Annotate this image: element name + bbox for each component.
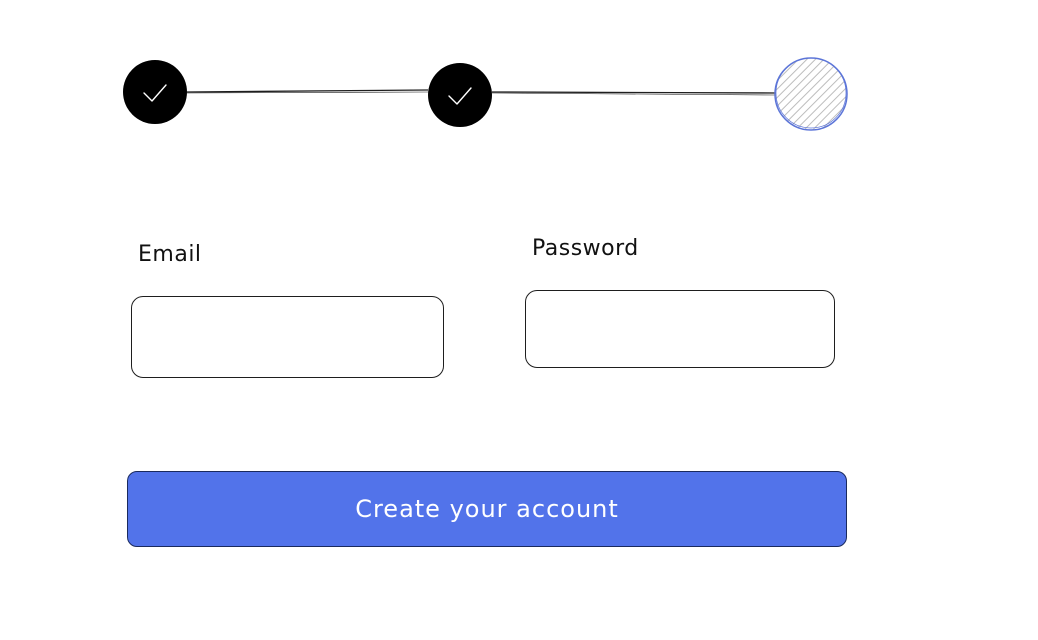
password-label: Password: [532, 236, 639, 261]
password-field[interactable]: [525, 290, 835, 368]
email-field[interactable]: [131, 296, 444, 378]
step-connector-1: [186, 89, 429, 93]
create-account-button[interactable]: Create your account: [127, 471, 847, 547]
progress-stepper: [123, 57, 848, 131]
step-2-complete[interactable]: [428, 63, 492, 127]
step-1-complete[interactable]: [123, 60, 187, 124]
email-label: Email: [138, 242, 202, 267]
step-connector-2: [491, 91, 777, 94]
step-3-current[interactable]: [774, 57, 848, 131]
